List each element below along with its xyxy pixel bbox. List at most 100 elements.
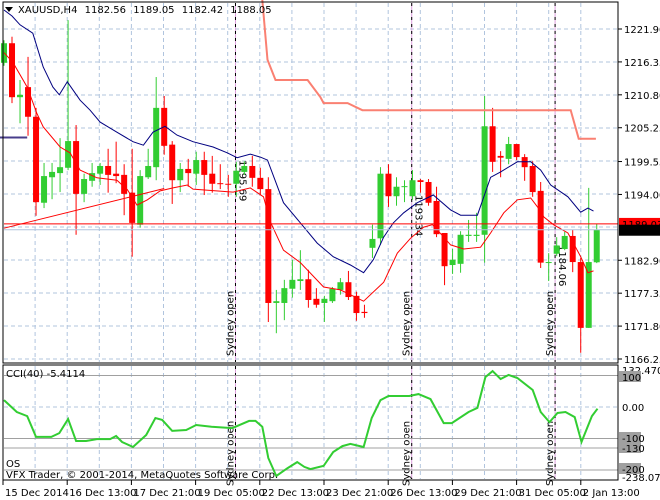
session-label-cci: Sydney open <box>402 421 413 486</box>
candle-body-bull <box>145 165 152 178</box>
candle-body-bull <box>137 176 144 225</box>
cci-axis-label: 100 <box>622 373 641 384</box>
cci-axis-label: -130 <box>622 444 645 455</box>
price-label: 1182.90 <box>624 256 660 267</box>
candle-body-bull <box>281 288 288 303</box>
candle-body-bull <box>393 186 400 197</box>
candle-body-bull <box>57 167 64 174</box>
candle-body-bull <box>193 160 200 174</box>
candle-body-bull <box>593 229 600 263</box>
candle-body-bull <box>177 168 184 181</box>
candle-body-bull <box>289 279 296 289</box>
time-label: 15 Dec 2014 <box>5 488 69 499</box>
candle-body-bull <box>49 171 56 178</box>
candle-body-bear <box>225 183 232 185</box>
candle-body-bear <box>105 165 112 175</box>
price-chart[interactable]: 1195.69Sydney openSydney open1193.34Sydn… <box>0 0 660 500</box>
price-label: 1221.90 <box>624 25 660 36</box>
ohlc-low: 1182.42 <box>182 5 223 16</box>
candle-body-bear <box>537 190 544 263</box>
chart-header: XAUUSD,H4 1182.56 1189.05 1182.42 1188.0… <box>18 5 272 16</box>
candle-body-bull <box>505 144 512 159</box>
price-label: 1166.25 <box>624 355 660 366</box>
session-label: Sydney open <box>402 291 413 356</box>
candle-body-bull <box>233 170 240 184</box>
candle-body-bear <box>9 43 16 98</box>
time-label: 22 Dec 13:00 <box>262 488 329 499</box>
candle-body-bull <box>241 165 248 172</box>
candle-body-bull <box>17 94 24 98</box>
copyright-text: VFX Trader, © 2001-2014, MetaQuotes Soft… <box>6 470 278 481</box>
candle-body-bull <box>97 165 104 174</box>
ohlc-open: 1182.56 <box>85 5 126 16</box>
candle-body-bull <box>273 301 280 303</box>
candle-body-bear <box>529 165 536 193</box>
session-label: Sydney open <box>545 291 556 356</box>
candle-body-bear <box>425 181 432 203</box>
candle-body-bear <box>113 173 120 177</box>
candle-body-bear <box>489 126 496 162</box>
price-label: 1205.25 <box>624 124 660 135</box>
candle-body-bear <box>249 165 256 178</box>
time-label: 31 Dec 05:00 <box>519 488 586 499</box>
candle-body-bull <box>337 282 344 290</box>
price-label: 1199.55 <box>624 158 660 169</box>
candle-body-bull <box>449 259 456 266</box>
candle-body-bear <box>201 160 208 175</box>
candle-body-bull <box>81 179 88 194</box>
candle-body-bull <box>321 298 328 303</box>
candle-body-bear <box>33 116 40 203</box>
session-label: Sydney open <box>225 291 236 356</box>
time-label: 16 Dec 13:00 <box>69 488 136 499</box>
bid-price-label: 1188.05 <box>622 227 660 238</box>
candle-body-bull <box>465 234 472 236</box>
candle-body-bull <box>545 262 552 264</box>
candle-body-bull <box>457 234 464 264</box>
price-label: 1216.35 <box>624 58 660 69</box>
candle-body-bear <box>169 144 176 181</box>
candle-body-bear <box>497 155 504 158</box>
cci-label: CCI(40) -5.4114 <box>6 369 85 380</box>
price-label: 1194.00 <box>624 190 660 201</box>
candle-body-bull <box>401 186 408 188</box>
candle-body-bull <box>473 234 480 236</box>
candle-body-bull <box>41 176 48 203</box>
os-label: OS <box>6 459 20 470</box>
candle-body-bear <box>209 173 216 184</box>
time-label: 2 Jan 13:00 <box>583 488 640 499</box>
cci-axis-label: -238.0759 <box>622 473 660 484</box>
candle-body-bull <box>369 238 376 248</box>
candle-body-bull <box>377 173 384 239</box>
candle-body-bear <box>513 144 520 158</box>
candle-body-bull <box>329 288 336 302</box>
candle-body-bear <box>313 298 320 305</box>
price-label: 1171.80 <box>624 322 660 333</box>
candle-body-bear <box>305 279 312 301</box>
symbol-timeframe: XAUUSD,H4 <box>18 5 77 16</box>
candle-body-bull <box>297 279 304 282</box>
ohlc-close: 1188.05 <box>230 5 271 16</box>
candle-body-bull <box>153 107 160 168</box>
candle-body-bull <box>553 245 560 254</box>
time-label: 29 Dec 21:00 <box>454 488 521 499</box>
candle-body-bull <box>561 235 568 250</box>
candle-body-bear <box>385 173 392 197</box>
candle-body-bear <box>569 235 576 263</box>
candle-body-bear <box>217 183 224 185</box>
cci-axis-label: 0.00 <box>622 403 644 414</box>
candle-body-bull <box>65 141 72 168</box>
candle-body-bear <box>417 180 424 182</box>
candle-body-bear <box>257 177 264 190</box>
candle-body-bear <box>361 311 368 314</box>
session-label-cci: Sydney open <box>545 421 556 486</box>
candle-body-bull <box>481 126 488 235</box>
time-label: 23 Dec 21:00 <box>326 488 393 499</box>
time-label: 26 Dec 13:00 <box>390 488 457 499</box>
candle-body-bull <box>409 180 416 197</box>
price-label: 1177.35 <box>624 289 660 300</box>
ohlc-high: 1189.05 <box>133 5 174 16</box>
candle-body-bear <box>25 87 32 117</box>
time-label: 19 Dec 05:00 <box>198 488 265 499</box>
candle-body-bear <box>185 168 192 174</box>
candle-body-bear <box>577 262 584 328</box>
